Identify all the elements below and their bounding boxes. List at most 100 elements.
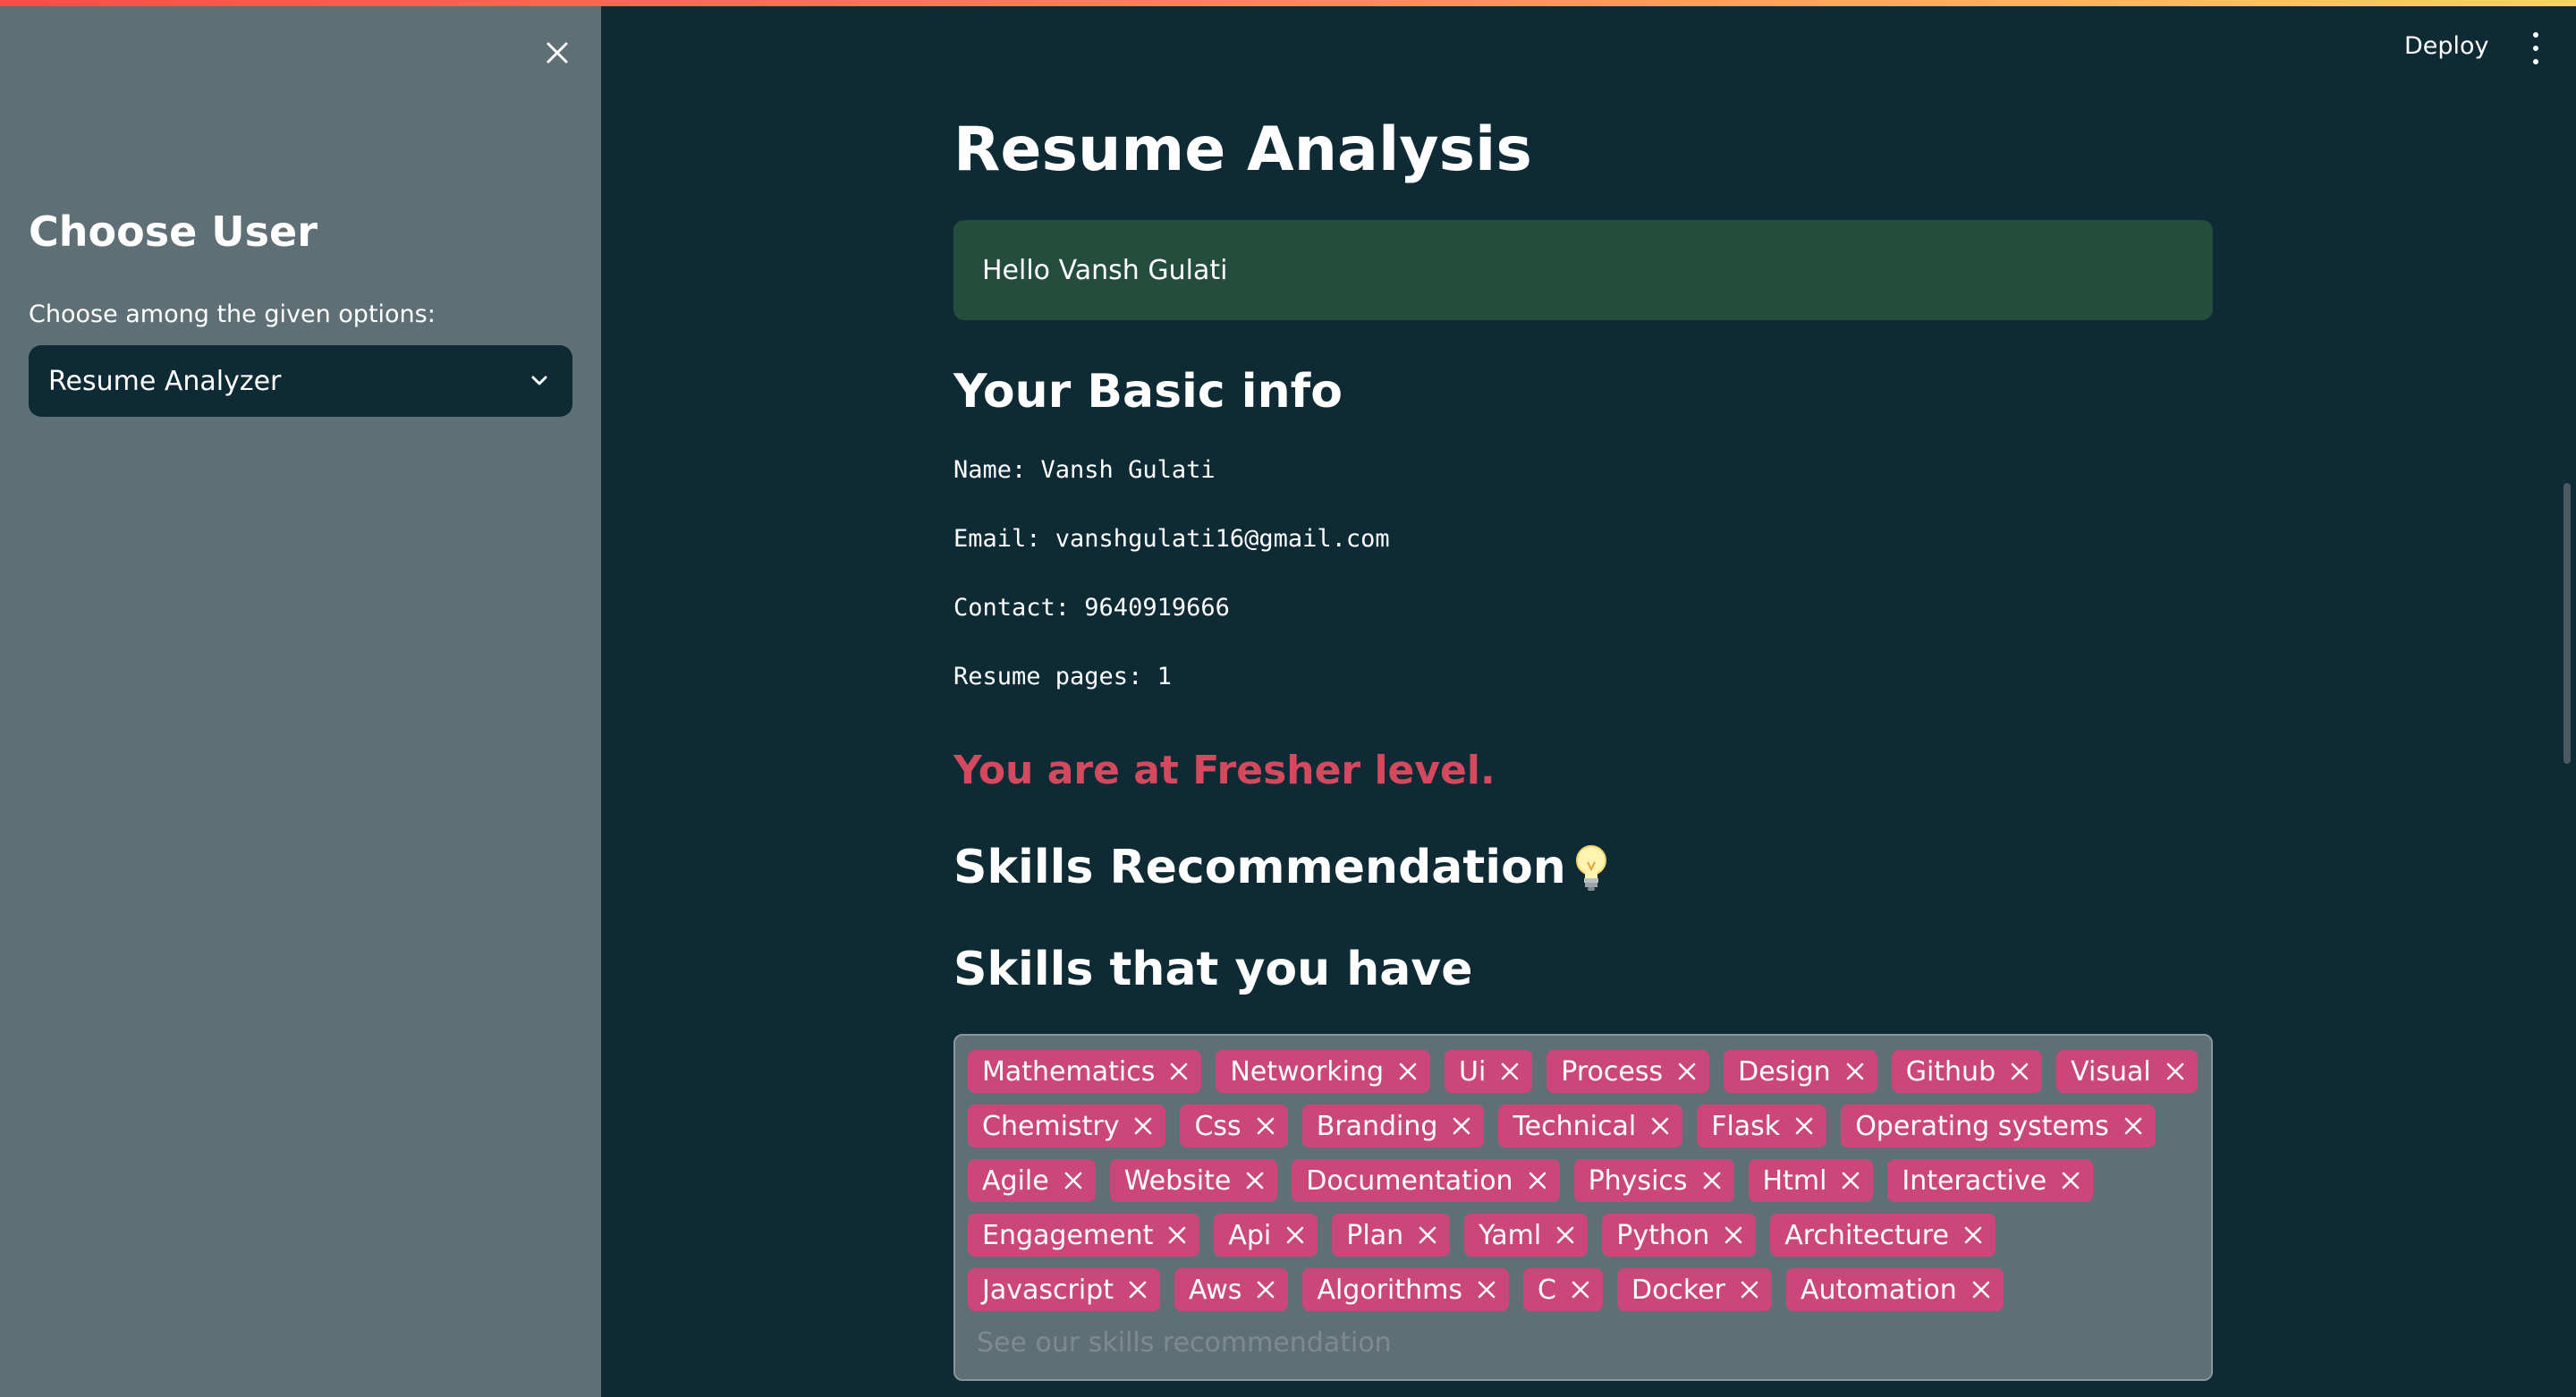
- skill-chip[interactable]: Flask: [1697, 1105, 1827, 1147]
- scrollbar[interactable]: [2563, 483, 2571, 764]
- remove-skill-icon[interactable]: [1722, 1223, 1745, 1247]
- deploy-button[interactable]: Deploy: [2397, 29, 2496, 64]
- skill-chip-label: Docker: [1631, 1274, 1726, 1306]
- remove-skill-icon[interactable]: [1243, 1169, 1267, 1192]
- remove-skill-icon[interactable]: [1284, 1223, 1307, 1247]
- info-contact: Contact: 9640919666: [953, 594, 1230, 622]
- skill-chip[interactable]: Physics: [1573, 1159, 1734, 1202]
- remove-skill-icon[interactable]: [1839, 1169, 1862, 1192]
- remove-skill-icon[interactable]: [2122, 1114, 2145, 1138]
- skill-chip[interactable]: Design: [1724, 1050, 1877, 1093]
- lightbulb-icon: [1572, 842, 1611, 893]
- skill-chip[interactable]: Ui: [1445, 1050, 1533, 1093]
- skill-chip[interactable]: Yaml: [1464, 1214, 1589, 1257]
- remove-skill-icon[interactable]: [1738, 1278, 1761, 1301]
- remove-skill-icon[interactable]: [2164, 1060, 2187, 1083]
- skill-chip-label: Automation: [1801, 1274, 1957, 1306]
- skill-chip-label: Visual: [2071, 1055, 2151, 1088]
- remove-skill-icon[interactable]: [1648, 1114, 1672, 1138]
- skill-chip[interactable]: Process: [1546, 1050, 1710, 1093]
- select-value: Resume Analyzer: [48, 365, 282, 397]
- skill-chip[interactable]: Aws: [1174, 1268, 1289, 1311]
- close-icon: [547, 42, 568, 64]
- remove-skill-icon[interactable]: [1475, 1278, 1498, 1301]
- skill-chip[interactable]: Css: [1180, 1105, 1288, 1147]
- skill-chip-label: Algorithms: [1317, 1274, 1463, 1306]
- skill-chip[interactable]: Html: [1748, 1159, 1874, 1202]
- skill-chip-label: Python: [1616, 1219, 1710, 1251]
- close-sidebar-button[interactable]: [537, 32, 578, 73]
- skill-chip[interactable]: Docker: [1616, 1268, 1773, 1311]
- skill-chip[interactable]: Mathematics: [968, 1050, 1202, 1093]
- skills-multiselect[interactable]: Mathematics Networking Ui Process Design Gith…: [953, 1034, 2213, 1381]
- skill-chip[interactable]: Api: [1214, 1214, 1318, 1257]
- skill-chip[interactable]: Visual: [2056, 1050, 2198, 1093]
- skills-have-heading: Skills that you have: [953, 943, 1473, 996]
- skills-chip-list: Mathematics Networking Ui Process Design Gith…: [968, 1050, 2199, 1311]
- remove-skill-icon[interactable]: [1126, 1278, 1149, 1301]
- select-label: Choose among the given options:: [29, 301, 436, 328]
- skills-search-input[interactable]: [975, 1322, 2141, 1363]
- remove-skill-icon[interactable]: [1675, 1060, 1699, 1083]
- skills-chip-row: Chemistry Css Branding Technical Flask Operat…: [968, 1105, 2199, 1147]
- skill-chip-label: Technical: [1513, 1110, 1637, 1142]
- skill-chip-label: Flask: [1711, 1110, 1781, 1142]
- remove-skill-icon[interactable]: [1498, 1060, 1521, 1083]
- skill-chip[interactable]: Interactive: [1887, 1159, 2094, 1202]
- skills-recommendation-heading: Skills Recommendation: [953, 841, 1611, 894]
- skill-chip-label: Process: [1561, 1055, 1664, 1088]
- skill-chip[interactable]: Website: [1109, 1159, 1278, 1202]
- remove-skill-icon[interactable]: [2008, 1060, 2031, 1083]
- skill-chip[interactable]: Automation: [1786, 1268, 2004, 1311]
- skills-recommendation-label: Skills Recommendation: [953, 841, 1566, 894]
- remove-skill-icon[interactable]: [1165, 1223, 1189, 1247]
- greeting-text: Hello Vansh Gulati: [982, 254, 1228, 286]
- skill-chip[interactable]: Agile: [968, 1159, 1096, 1202]
- remove-skill-icon[interactable]: [1843, 1060, 1867, 1083]
- remove-skill-icon[interactable]: [1062, 1169, 1085, 1192]
- main-menu-button[interactable]: [2522, 32, 2549, 64]
- skill-chip[interactable]: C: [1523, 1268, 1603, 1311]
- remove-skill-icon[interactable]: [1554, 1223, 1577, 1247]
- skill-chip[interactable]: Chemistry: [968, 1105, 1166, 1147]
- skill-chip[interactable]: Networking: [1216, 1050, 1430, 1093]
- skill-chip-label: Plan: [1346, 1219, 1404, 1251]
- skill-chip-label: Website: [1123, 1164, 1232, 1197]
- basic-info-heading: Your Basic info: [953, 365, 1343, 419]
- remove-skill-icon[interactable]: [2059, 1169, 2082, 1192]
- remove-skill-icon[interactable]: [1569, 1278, 1592, 1301]
- skill-chip[interactable]: Branding: [1301, 1105, 1485, 1147]
- skill-chip[interactable]: Engagement: [968, 1214, 1200, 1257]
- remove-skill-icon[interactable]: [1396, 1060, 1419, 1083]
- remove-skill-icon[interactable]: [1416, 1223, 1439, 1247]
- skill-chip-label: Html: [1762, 1164, 1827, 1197]
- skill-chip-label: Networking: [1230, 1055, 1384, 1088]
- info-pages: Resume pages: 1: [953, 663, 1172, 690]
- skill-chip[interactable]: Documentation: [1292, 1159, 1560, 1202]
- skill-chip-label: C: [1538, 1274, 1556, 1306]
- skill-chip[interactable]: Python: [1602, 1214, 1757, 1257]
- remove-skill-icon[interactable]: [1167, 1060, 1191, 1083]
- skill-chip[interactable]: Algorithms: [1302, 1268, 1510, 1311]
- skill-chip[interactable]: Javascript: [968, 1268, 1160, 1311]
- skill-chip[interactable]: Architecture: [1770, 1214, 1996, 1257]
- skill-chip[interactable]: Technical: [1498, 1105, 1683, 1147]
- skill-chip-label: Agile: [982, 1164, 1049, 1197]
- remove-skill-icon[interactable]: [1700, 1169, 1724, 1192]
- remove-skill-icon[interactable]: [1970, 1278, 1993, 1301]
- skill-chip-label: Branding: [1316, 1110, 1438, 1142]
- skill-chip[interactable]: Plan: [1332, 1214, 1451, 1257]
- user-select[interactable]: Resume Analyzer: [29, 345, 572, 417]
- remove-skill-icon[interactable]: [1254, 1114, 1277, 1138]
- sidebar: Choose User Choose among the given optio…: [0, 0, 601, 1397]
- remove-skill-icon[interactable]: [1962, 1223, 1985, 1247]
- remove-skill-icon[interactable]: [1526, 1169, 1549, 1192]
- remove-skill-icon[interactable]: [1131, 1114, 1155, 1138]
- remove-skill-icon[interactable]: [1450, 1114, 1473, 1138]
- skill-chip-label: Css: [1194, 1110, 1241, 1142]
- skill-chip[interactable]: Operating systems: [1841, 1105, 2156, 1147]
- skill-chip-label: Mathematics: [982, 1055, 1156, 1088]
- remove-skill-icon[interactable]: [1792, 1114, 1816, 1138]
- skill-chip[interactable]: Github: [1891, 1050, 2043, 1093]
- remove-skill-icon[interactable]: [1254, 1278, 1277, 1301]
